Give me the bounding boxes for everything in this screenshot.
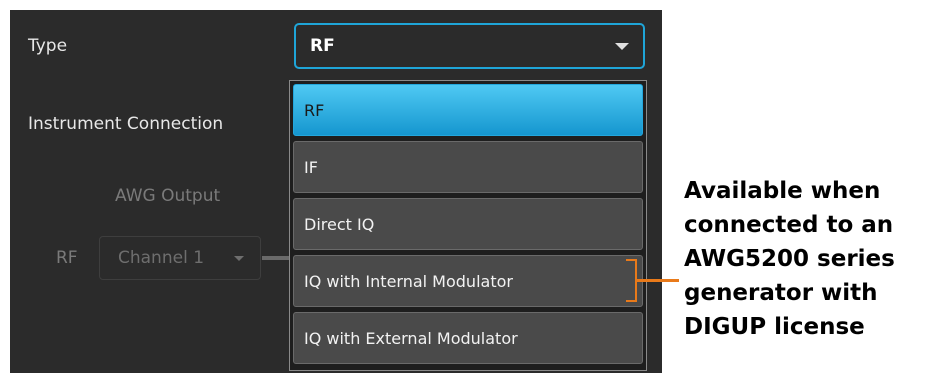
channel-select[interactable]: Channel 1 [99,236,261,280]
option-label: Direct IQ [304,214,375,234]
option-label: RF [304,100,325,120]
callout-line [637,279,679,282]
callout-note: Available when connected to an AWG5200 s… [684,174,943,344]
awg-output-label: AWG Output [115,186,221,206]
option-label: IQ with Internal Modulator [304,271,513,291]
chevron-down-icon [615,43,629,50]
dropdown-option-if[interactable]: IF [293,141,643,193]
rf-channel-label: RF [56,248,78,268]
callout-line-1: Available when [684,178,881,204]
type-select[interactable]: RF [294,23,645,69]
callout-line-3: AWG5200 series [684,246,895,272]
option-label: IF [304,157,318,177]
dropdown-option-rf[interactable]: RF [293,84,643,136]
channel-select-value: Channel 1 [118,248,205,268]
type-dropdown-list: RF IF Direct IQ IQ with Internal Modulat… [289,80,647,371]
type-select-value: RF [310,36,335,56]
type-label: Type [28,36,68,56]
chevron-down-icon [234,256,244,261]
callout-line-5: DIGUP license [684,314,865,340]
dropdown-option-direct-iq[interactable]: Direct IQ [293,198,643,250]
callout-bracket [626,259,637,302]
option-label: IQ with External Modulator [304,328,518,348]
callout-line-2: connected to an [684,212,894,238]
instrument-connection-label: Instrument Connection [28,114,224,134]
callout-line-4: generator with [684,280,878,306]
dropdown-option-iq-external-modulator[interactable]: IQ with External Modulator [293,312,643,364]
dropdown-option-iq-internal-modulator[interactable]: IQ with Internal Modulator [293,255,643,307]
